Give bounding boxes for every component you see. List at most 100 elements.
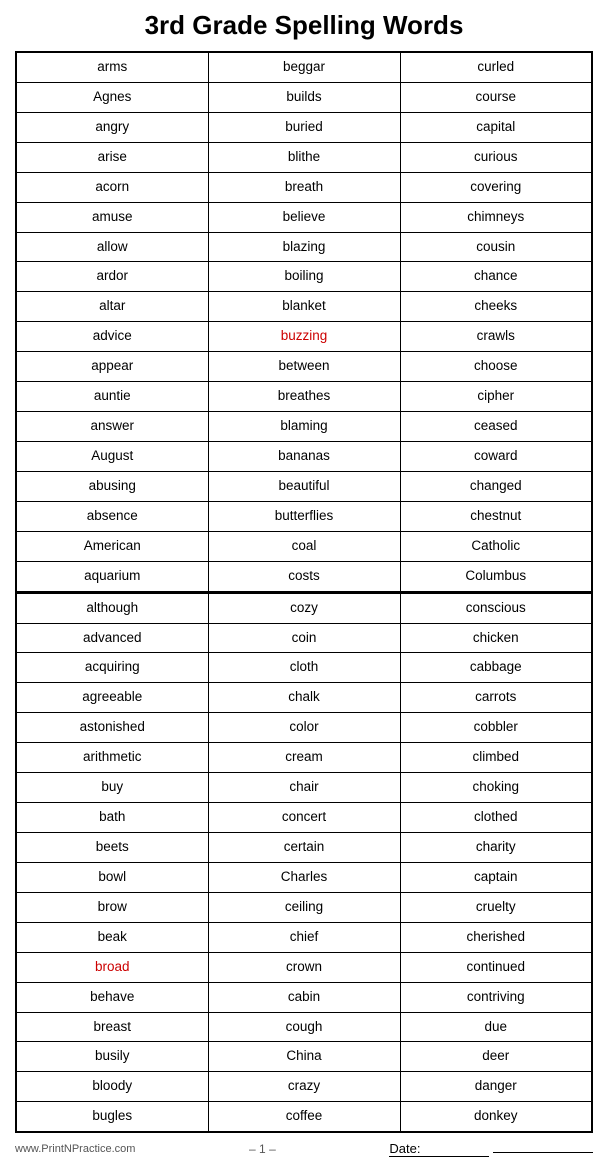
spelling-word: conscious: [407, 598, 586, 619]
spelling-word: blanket: [215, 296, 394, 317]
spelling-word: blaming: [215, 416, 394, 437]
spelling-word: although: [23, 598, 202, 619]
spelling-table-2: although cozy conscious advanced coin chicken…: [15, 592, 593, 1134]
spelling-word: concert: [215, 807, 394, 828]
spelling-word: capital: [407, 117, 586, 138]
spelling-word: arms: [23, 57, 202, 78]
spelling-word: blazing: [215, 237, 394, 258]
spelling-word: chance: [407, 266, 586, 287]
spelling-word: cabin: [215, 987, 394, 1008]
spelling-word: covering: [407, 177, 586, 198]
spelling-word: chestnut: [407, 506, 586, 527]
spelling-word: ceased: [407, 416, 586, 437]
spelling-word: believe: [215, 207, 394, 228]
spelling-table: armsbeggarcurledAgnesbuildscourseangrybu…: [15, 51, 593, 593]
spelling-word: ceiling: [215, 897, 394, 918]
spelling-word: chief: [215, 927, 394, 948]
spelling-word: donkey: [407, 1106, 586, 1127]
spelling-word: bowl: [23, 867, 202, 888]
spelling-word: chicken: [407, 628, 586, 649]
spelling-word: coin: [215, 628, 394, 649]
footer: www.PrintNPractice.com – 1 – Date:: [15, 1141, 593, 1157]
spelling-word: cabbage: [407, 657, 586, 678]
spelling-word: cipher: [407, 386, 586, 407]
spelling-word: China: [215, 1046, 394, 1067]
spelling-word: cousin: [407, 237, 586, 258]
spelling-word: cozy: [215, 598, 394, 619]
spelling-word: arithmetic: [23, 747, 202, 768]
spelling-word: deer: [407, 1046, 586, 1067]
spelling-word: course: [407, 87, 586, 108]
date-underline[interactable]: [493, 1152, 593, 1153]
spelling-word: costs: [215, 566, 394, 587]
date-label: Date:: [389, 1141, 489, 1157]
spelling-word: contriving: [407, 987, 586, 1008]
spelling-word: builds: [215, 87, 394, 108]
spelling-word: aquarium: [23, 566, 202, 587]
spelling-word: continued: [407, 957, 586, 978]
spelling-word: choose: [407, 356, 586, 377]
spelling-word: Agnes: [23, 87, 202, 108]
spelling-word: changed: [407, 476, 586, 497]
page-title: 3rd Grade Spelling Words: [15, 10, 593, 41]
spelling-word: danger: [407, 1076, 586, 1097]
spelling-word: cloth: [215, 657, 394, 678]
website-link: www.PrintNPractice.com: [15, 1143, 135, 1155]
spelling-word: breath: [215, 177, 394, 198]
spelling-word: curled: [407, 57, 586, 78]
spelling-word: coal: [215, 536, 394, 557]
spelling-word: brow: [23, 897, 202, 918]
spelling-word: answer: [23, 416, 202, 437]
spelling-word: clothed: [407, 807, 586, 828]
spelling-word: appear: [23, 356, 202, 377]
spelling-word: cheeks: [407, 296, 586, 317]
spelling-word: crawls: [407, 326, 586, 347]
spelling-word: choking: [407, 777, 586, 798]
spelling-word: charity: [407, 837, 586, 858]
spelling-word: breast: [23, 1017, 202, 1038]
page-number: – 1 –: [135, 1142, 389, 1156]
spelling-word: chalk: [215, 687, 394, 708]
spelling-word: astonished: [23, 717, 202, 738]
spelling-word: carrots: [407, 687, 586, 708]
date-field: Date:: [389, 1141, 593, 1157]
spelling-word: advice: [23, 326, 202, 347]
spelling-word: advanced: [23, 628, 202, 649]
spelling-word: coward: [407, 446, 586, 467]
spelling-word: Columbus: [407, 566, 586, 587]
spelling-word: altar: [23, 296, 202, 317]
spelling-word: beggar: [215, 57, 394, 78]
spelling-word: allow: [23, 237, 202, 258]
spelling-word: bugles: [23, 1106, 202, 1127]
spelling-word: breathes: [215, 386, 394, 407]
spelling-word: American: [23, 536, 202, 557]
spelling-word: ardor: [23, 266, 202, 287]
spelling-word: beak: [23, 927, 202, 948]
spelling-word: color: [215, 717, 394, 738]
spelling-word: absence: [23, 506, 202, 527]
spelling-word: acorn: [23, 177, 202, 198]
spelling-word: crown: [215, 957, 394, 978]
spelling-word: broad: [23, 957, 202, 978]
spelling-word: buzzing: [215, 326, 394, 347]
spelling-word: auntie: [23, 386, 202, 407]
spelling-word: acquiring: [23, 657, 202, 678]
spelling-word: buy: [23, 777, 202, 798]
spelling-word: Catholic: [407, 536, 586, 557]
spelling-word: bananas: [215, 446, 394, 467]
spelling-word: cruelty: [407, 897, 586, 918]
spelling-word: between: [215, 356, 394, 377]
spelling-word: arise: [23, 147, 202, 168]
spelling-word: captain: [407, 867, 586, 888]
spelling-word: behave: [23, 987, 202, 1008]
spelling-word: blithe: [215, 147, 394, 168]
spelling-word: beautiful: [215, 476, 394, 497]
spelling-word: cherished: [407, 927, 586, 948]
spelling-word: busily: [23, 1046, 202, 1067]
spelling-word: chimneys: [407, 207, 586, 228]
spelling-word: coffee: [215, 1106, 394, 1127]
spelling-word: cream: [215, 747, 394, 768]
spelling-word: abusing: [23, 476, 202, 497]
spelling-word: amuse: [23, 207, 202, 228]
spelling-word: curious: [407, 147, 586, 168]
